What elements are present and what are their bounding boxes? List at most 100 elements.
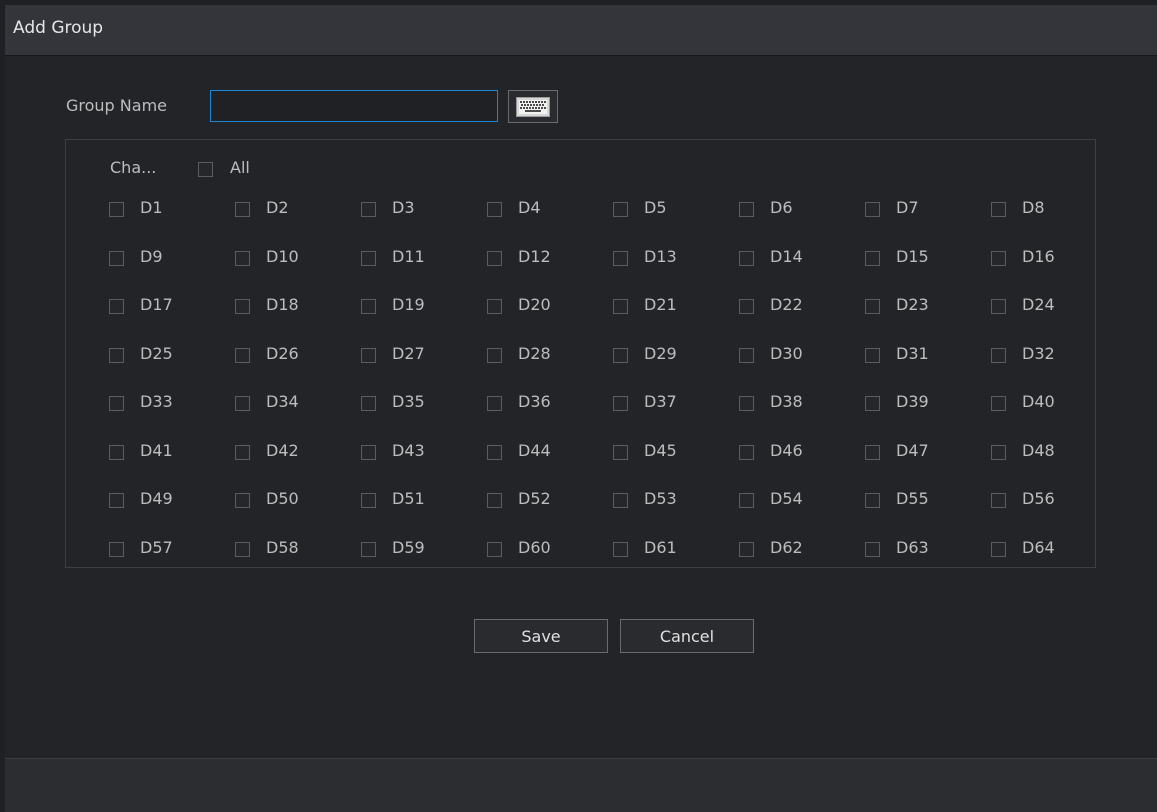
channel-checkbox[interactable] xyxy=(109,445,124,460)
channel-label: D41 xyxy=(140,441,173,460)
channel-label: D24 xyxy=(1022,295,1055,314)
channel-checkbox[interactable] xyxy=(991,299,1006,314)
channel-checkbox[interactable] xyxy=(739,493,754,508)
add-group-dialog: Add Group Group Name Cha... All D1 D2 D3 D4… xyxy=(5,5,1157,812)
channel-label: D63 xyxy=(896,538,929,557)
channel-checkbox[interactable] xyxy=(739,348,754,363)
channel-checkbox[interactable] xyxy=(109,542,124,557)
channel-checkbox[interactable] xyxy=(109,299,124,314)
channel-checkbox[interactable] xyxy=(361,299,376,314)
channel-checkbox[interactable] xyxy=(109,251,124,266)
channel-label: D48 xyxy=(1022,441,1055,460)
virtual-keyboard-button[interactable] xyxy=(508,90,558,123)
group-name-input[interactable] xyxy=(210,90,498,122)
channel-label: D27 xyxy=(392,344,425,363)
channel-label: D40 xyxy=(1022,392,1055,411)
channel-checkbox[interactable] xyxy=(739,202,754,217)
channel-checkbox[interactable] xyxy=(235,299,250,314)
channel-selection-panel xyxy=(65,139,1096,568)
channel-checkbox[interactable] xyxy=(235,202,250,217)
channel-label: D59 xyxy=(392,538,425,557)
channel-checkbox[interactable] xyxy=(613,202,628,217)
channel-checkbox[interactable] xyxy=(991,396,1006,411)
channel-label: D29 xyxy=(644,344,677,363)
channel-label: D12 xyxy=(518,247,551,266)
channel-checkbox[interactable] xyxy=(991,493,1006,508)
channel-label: D17 xyxy=(140,295,173,314)
cancel-button[interactable]: Cancel xyxy=(620,619,754,653)
channel-label: D36 xyxy=(518,392,551,411)
channel-checkbox[interactable] xyxy=(361,251,376,266)
channel-checkbox[interactable] xyxy=(739,396,754,411)
channel-label: D14 xyxy=(770,247,803,266)
channel-checkbox[interactable] xyxy=(361,202,376,217)
channel-checkbox[interactable] xyxy=(613,445,628,460)
channel-label: D60 xyxy=(518,538,551,557)
channel-label: D32 xyxy=(1022,344,1055,363)
channel-checkbox[interactable] xyxy=(235,493,250,508)
channel-checkbox[interactable] xyxy=(991,251,1006,266)
dialog-title: Add Group xyxy=(13,18,104,38)
channel-checkbox[interactable] xyxy=(739,251,754,266)
channel-checkbox[interactable] xyxy=(865,542,880,557)
channel-label: D11 xyxy=(392,247,425,266)
channel-checkbox[interactable] xyxy=(739,299,754,314)
channel-checkbox[interactable] xyxy=(487,299,502,314)
channel-label: D50 xyxy=(266,489,299,508)
channel-checkbox[interactable] xyxy=(487,445,502,460)
channel-checkbox[interactable] xyxy=(865,493,880,508)
channel-checkbox[interactable] xyxy=(235,396,250,411)
channel-checkbox[interactable] xyxy=(991,542,1006,557)
channel-checkbox[interactable] xyxy=(613,251,628,266)
channel-checkbox[interactable] xyxy=(235,348,250,363)
channel-checkbox[interactable] xyxy=(361,348,376,363)
channel-checkbox[interactable] xyxy=(235,251,250,266)
channel-checkbox[interactable] xyxy=(865,202,880,217)
channel-checkbox[interactable] xyxy=(487,348,502,363)
channel-checkbox[interactable] xyxy=(487,493,502,508)
channel-checkbox[interactable] xyxy=(865,251,880,266)
channel-checkbox[interactable] xyxy=(739,542,754,557)
channel-checkbox[interactable] xyxy=(235,542,250,557)
channel-label: D21 xyxy=(644,295,677,314)
keyboard-icon xyxy=(516,96,550,117)
channel-label: D7 xyxy=(896,198,919,217)
channel-checkbox[interactable] xyxy=(361,396,376,411)
channel-checkbox[interactable] xyxy=(613,299,628,314)
channel-checkbox[interactable] xyxy=(487,396,502,411)
channel-label: D30 xyxy=(770,344,803,363)
all-channels-checkbox[interactable] xyxy=(198,162,213,177)
channel-label: D26 xyxy=(266,344,299,363)
channel-checkbox[interactable] xyxy=(487,251,502,266)
channel-checkbox[interactable] xyxy=(487,542,502,557)
channel-checkbox[interactable] xyxy=(109,396,124,411)
channel-checkbox[interactable] xyxy=(865,348,880,363)
channel-checkbox[interactable] xyxy=(109,202,124,217)
channel-label: D37 xyxy=(644,392,677,411)
channel-checkbox[interactable] xyxy=(361,493,376,508)
channel-checkbox[interactable] xyxy=(739,445,754,460)
channel-checkbox[interactable] xyxy=(487,202,502,217)
channel-checkbox[interactable] xyxy=(361,542,376,557)
dialog-footer xyxy=(5,759,1157,812)
channel-checkbox[interactable] xyxy=(613,493,628,508)
channel-checkbox[interactable] xyxy=(991,445,1006,460)
channel-checkbox[interactable] xyxy=(865,299,880,314)
channel-checkbox[interactable] xyxy=(991,348,1006,363)
channel-label: D34 xyxy=(266,392,299,411)
channel-label: D25 xyxy=(140,344,173,363)
channel-checkbox[interactable] xyxy=(613,396,628,411)
channel-checkbox[interactable] xyxy=(109,493,124,508)
channel-checkbox[interactable] xyxy=(991,202,1006,217)
channel-checkbox[interactable] xyxy=(865,445,880,460)
channel-label: D42 xyxy=(266,441,299,460)
channel-checkbox[interactable] xyxy=(865,396,880,411)
channel-checkbox[interactable] xyxy=(613,542,628,557)
channel-checkbox[interactable] xyxy=(613,348,628,363)
channel-label: D39 xyxy=(896,392,929,411)
save-button[interactable]: Save xyxy=(474,619,608,653)
channel-checkbox[interactable] xyxy=(109,348,124,363)
channel-checkbox[interactable] xyxy=(235,445,250,460)
channel-checkbox[interactable] xyxy=(361,445,376,460)
channel-label: D4 xyxy=(518,198,541,217)
